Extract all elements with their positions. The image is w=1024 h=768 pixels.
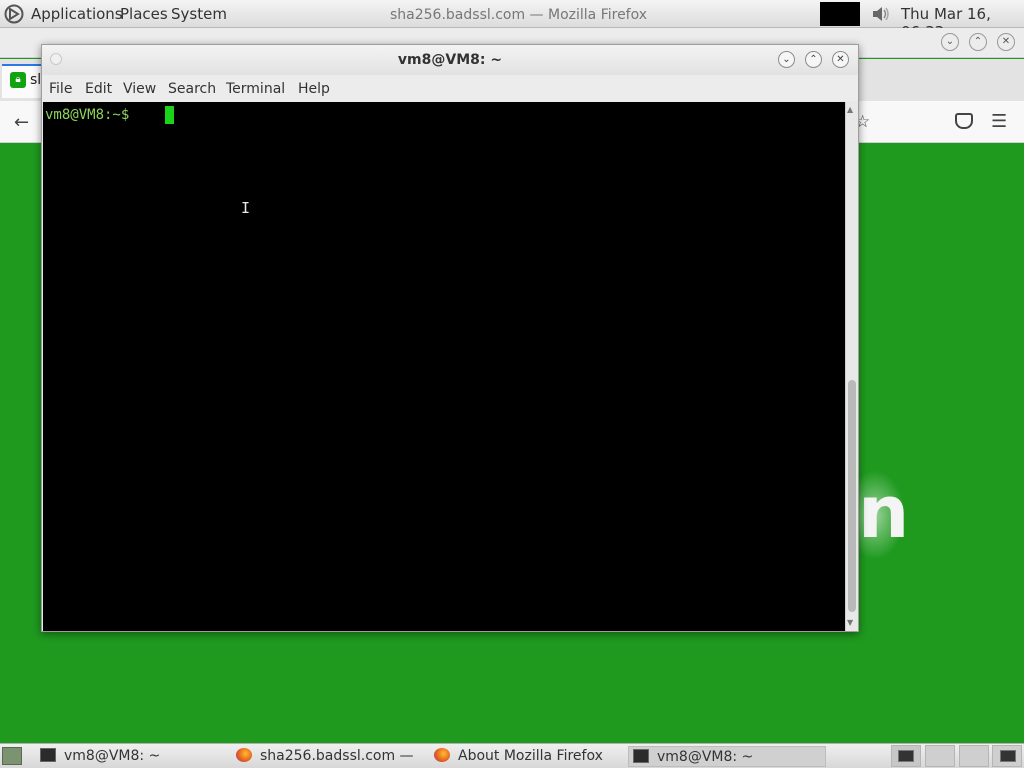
firefox-close-button[interactable]: ✕ — [997, 33, 1015, 51]
shell-prompt: vm8@VM8:~$ — [45, 107, 130, 123]
taskbar-item-label: sha256.badssl.com — ... — [260, 748, 414, 764]
lock-icon: 🔒︎ — [10, 72, 26, 88]
terminal-maximize-button[interactable]: ⌃ — [805, 51, 822, 68]
applications-menu[interactable]: Applications — [31, 5, 123, 23]
volume-icon[interactable] — [871, 5, 891, 23]
terminal-icon — [1000, 750, 1016, 762]
terminal-titlebar[interactable]: vm8@VM8: ~ ⌄ ⌃ ✕ — [42, 45, 858, 75]
scrollbar-thumb[interactable] — [848, 380, 856, 612]
terminal-window: vm8@VM8: ~ ⌄ ⌃ ✕ File Edit View Search T… — [41, 44, 859, 632]
menu-search[interactable]: Search — [168, 81, 216, 97]
workspace-4[interactable] — [992, 745, 1022, 767]
menu-view[interactable]: View — [123, 81, 156, 97]
menu-edit[interactable]: Edit — [85, 81, 112, 97]
system-menu[interactable]: System — [171, 5, 227, 23]
firefox-minimize-button[interactable]: ⌄ — [941, 33, 959, 51]
firefox-tab-label[interactable]: sl — [30, 72, 41, 88]
terminal-icon — [40, 748, 56, 762]
show-desktop-icon[interactable] — [2, 747, 22, 765]
menu-terminal[interactable]: Terminal — [226, 81, 285, 97]
terminal-icon — [898, 750, 914, 762]
scroll-up-arrow-icon[interactable]: ▲ — [847, 105, 853, 114]
hamburger-menu-icon[interactable]: ☰ — [991, 111, 1007, 132]
panel-applet[interactable] — [820, 2, 860, 26]
places-menu[interactable]: Places — [120, 5, 168, 23]
terminal-title: vm8@VM8: ~ — [397, 52, 503, 68]
window-menu-button[interactable] — [50, 53, 62, 65]
workspace-2[interactable] — [925, 745, 955, 767]
firefox-icon — [434, 748, 450, 762]
firefox-icon — [236, 748, 252, 762]
terminal-menubar: File Edit View Search Terminal Help — [42, 75, 858, 101]
taskbar-item[interactable]: About Mozilla Firefox — [430, 746, 622, 767]
menu-help[interactable]: Help — [298, 81, 330, 97]
text-cursor — [165, 106, 174, 124]
firefox-window-title: sha256.badssl.com — Mozilla Firefox — [390, 7, 648, 23]
menu-file[interactable]: File — [49, 81, 72, 97]
page-heading-fragment: n — [858, 470, 910, 554]
firefox-maximize-button[interactable]: ⌃ — [969, 33, 987, 51]
taskbar-item-label: vm8@VM8: ~ — [657, 749, 754, 765]
back-arrow-icon[interactable]: ← — [14, 112, 29, 133]
taskbar-item-label: vm8@VM8: ~ — [64, 748, 161, 764]
scroll-down-arrow-icon[interactable]: ▼ — [847, 618, 853, 627]
taskbar-item-active[interactable]: vm8@VM8: ~ — [628, 746, 826, 767]
terminal-icon — [633, 749, 649, 763]
terminal-screen[interactable]: vm8@VM8:~$ I — [43, 102, 845, 631]
terminal-minimize-button[interactable]: ⌄ — [778, 51, 795, 68]
taskbar-item[interactable]: sha256.badssl.com — ... — [232, 746, 424, 767]
terminal-close-button[interactable]: ✕ — [832, 51, 849, 68]
workspace-1[interactable] — [891, 745, 921, 767]
pocket-icon[interactable] — [955, 113, 973, 129]
taskbar-item[interactable]: vm8@VM8: ~ — [36, 746, 226, 767]
mouse-ibeam-cursor-icon: I — [241, 199, 251, 217]
workspace-3[interactable] — [959, 745, 989, 767]
taskbar-item-label: About Mozilla Firefox — [458, 748, 603, 764]
distro-logo-icon[interactable] — [4, 4, 24, 24]
